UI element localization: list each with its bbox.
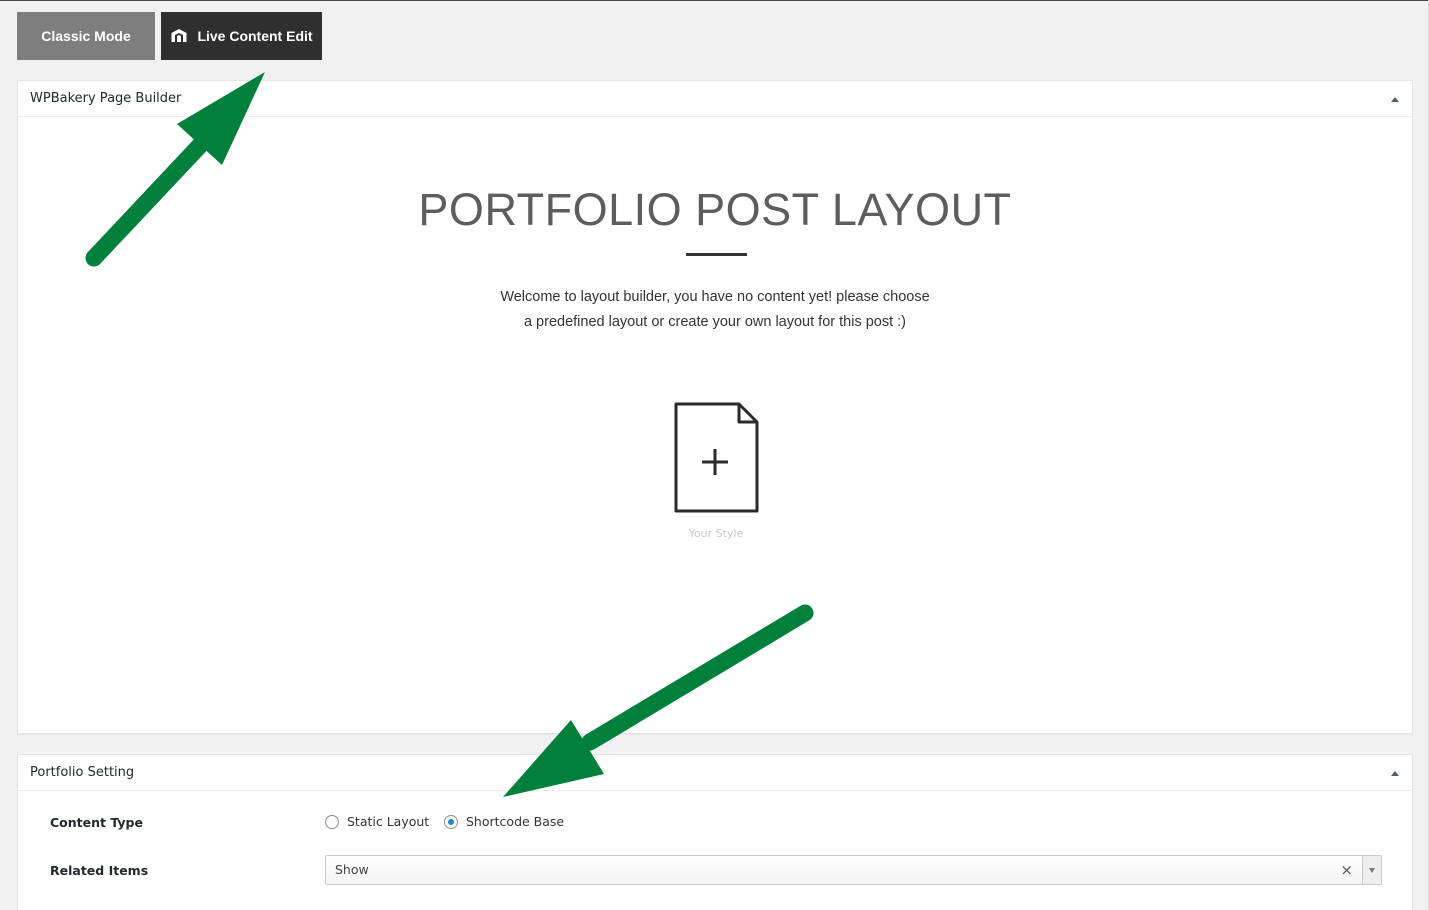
static-layout-radio[interactable]: Static Layout xyxy=(325,814,429,829)
related-items-select[interactable]: Show × xyxy=(325,855,1382,885)
classic-mode-label: Classic Mode xyxy=(41,28,131,44)
related-items-value: Show xyxy=(335,862,369,877)
layout-heading: PORTFOLIO POST LAYOUT xyxy=(418,184,1012,235)
clear-icon[interactable]: × xyxy=(1340,861,1353,879)
welcome-line-2: a predefined layout or create your own l… xyxy=(523,314,907,330)
radio-button[interactable] xyxy=(325,814,339,829)
your-style-option[interactable]: Your Style xyxy=(666,395,766,545)
content-type-label: Content Type xyxy=(50,815,143,830)
page-builder-panel: WPBakery Page Builder PORTFOLIO POST LAY… xyxy=(17,80,1413,734)
live-content-edit-button[interactable]: Live Content Edit xyxy=(161,12,322,60)
portfolio-setting-title: Portfolio Setting xyxy=(30,765,135,780)
welcome-message: Welcome to layout builder, you have no c… xyxy=(18,285,1412,335)
page-builder-title: WPBakery Page Builder xyxy=(30,91,182,106)
live-content-edit-label: Live Content Edit xyxy=(197,28,313,44)
shortcode-base-label: Shortcode Base xyxy=(466,814,565,829)
classic-mode-button[interactable]: Classic Mode xyxy=(17,12,155,60)
top-border xyxy=(0,0,1429,1)
static-layout-label: Static Layout xyxy=(347,814,430,829)
portfolio-setting-header[interactable]: Portfolio Setting xyxy=(18,755,1412,791)
new-document-plus-icon xyxy=(674,402,759,513)
radio-button-checked[interactable] xyxy=(444,814,458,829)
your-style-caption: Your Style xyxy=(688,527,744,540)
chevron-down-icon[interactable] xyxy=(1362,856,1381,884)
portfolio-setting-panel: Portfolio Setting Content Type Static La… xyxy=(17,754,1413,910)
shortcode-base-radio[interactable]: Shortcode Base xyxy=(444,814,564,829)
collapse-arrow-icon[interactable] xyxy=(1388,767,1402,779)
content-type-row: Content Type Static Layout Shortcode Bas… xyxy=(18,803,1412,843)
heading-underline xyxy=(686,253,747,256)
brand-logo-icon xyxy=(170,28,188,44)
related-items-row: Related Items Show × xyxy=(18,851,1412,891)
welcome-line-1: Welcome to layout builder, you have no c… xyxy=(500,289,930,305)
page-builder-header[interactable]: WPBakery Page Builder xyxy=(18,81,1412,117)
related-items-label: Related Items xyxy=(50,863,149,878)
collapse-arrow-icon[interactable] xyxy=(1388,93,1402,105)
